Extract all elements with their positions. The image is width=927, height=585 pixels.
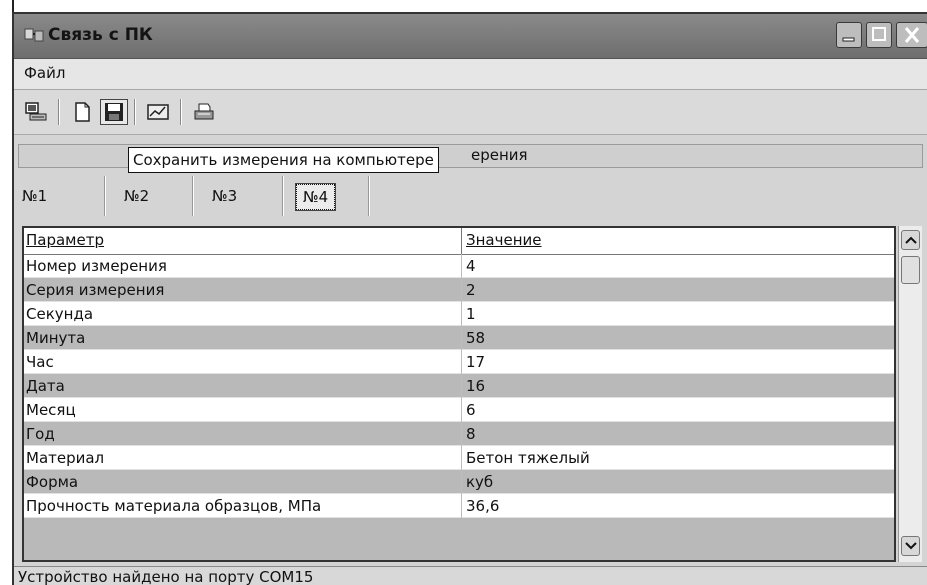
- section-title: ерения: [471, 146, 528, 164]
- close-button[interactable]: [896, 22, 927, 48]
- menu-file[interactable]: Файл: [18, 63, 71, 83]
- cell-value: 6: [466, 401, 476, 419]
- cell-parameter: Прочность материала образцов, МПа: [26, 497, 322, 515]
- column-divider: [461, 422, 462, 446]
- title-bar[interactable]: Связь с ПК: [14, 14, 927, 59]
- column-divider: [461, 326, 462, 350]
- column-header-parameter[interactable]: Параметр: [26, 231, 104, 249]
- column-divider: [461, 254, 462, 278]
- table-row[interactable]: Номер измерения 4: [24, 254, 894, 278]
- column-divider: [461, 494, 462, 518]
- tab-3[interactable]: №3: [212, 176, 237, 216]
- parameters-table: Параметр Значение Номер измерения 4 Сери…: [22, 226, 896, 562]
- column-divider[interactable]: [461, 228, 462, 254]
- table-row[interactable]: Прочность материала образцов, МПа 36,6: [24, 494, 894, 518]
- table-scrollbar[interactable]: [898, 226, 922, 562]
- chart-button[interactable]: [144, 99, 172, 125]
- close-icon: [904, 27, 920, 43]
- column-divider: [461, 374, 462, 398]
- connect-icon: [25, 102, 47, 121]
- cell-value: 1: [466, 305, 476, 323]
- save-tooltip: Сохранить измерения на компьютере: [128, 147, 439, 173]
- chevron-up-icon: [904, 236, 917, 244]
- cell-value: 36,6: [466, 497, 500, 515]
- cell-value: Бетон тяжелый: [466, 449, 590, 467]
- cell-parameter: Час: [26, 353, 54, 371]
- column-divider: [461, 302, 462, 326]
- table-row[interactable]: Месяц 6: [24, 398, 894, 422]
- measurement-tabs: №1 №2 №3 №4: [18, 174, 921, 218]
- tab-separator: [104, 176, 106, 216]
- tab-separator: [368, 176, 370, 216]
- scroll-up-button[interactable]: [901, 230, 920, 250]
- table-row[interactable]: Год 8: [24, 422, 894, 446]
- table-row[interactable]: Час 17: [24, 350, 894, 374]
- table-row[interactable]: Минута 58: [24, 326, 894, 350]
- new-button[interactable]: [68, 99, 96, 125]
- table-row[interactable]: Материал Бетон тяжелый: [24, 446, 894, 470]
- cell-parameter: Дата: [26, 377, 65, 395]
- column-divider: [461, 278, 462, 302]
- cell-value: куб: [466, 473, 494, 491]
- maximize-button[interactable]: [866, 22, 892, 48]
- toolbar-separator: [180, 99, 182, 125]
- column-divider: [461, 350, 462, 374]
- table-row[interactable]: Серия измерения 2: [24, 278, 894, 302]
- cell-parameter: Год: [26, 425, 55, 443]
- toolbar-separator: [134, 99, 136, 125]
- chevron-down-icon: [904, 542, 917, 550]
- column-divider: [461, 398, 462, 422]
- table-row[interactable]: Секунда 1: [24, 302, 894, 326]
- tab-4[interactable]: №4: [294, 183, 337, 211]
- scroll-down-button[interactable]: [901, 536, 920, 556]
- toolbar: [14, 90, 927, 135]
- table-row[interactable]: Дата 16: [24, 374, 894, 398]
- cell-parameter: Секунда: [26, 305, 94, 323]
- cell-parameter: Серия измерения: [26, 281, 165, 299]
- cell-parameter: Минута: [26, 329, 86, 347]
- save-button[interactable]: [100, 99, 128, 125]
- cell-value: 58: [466, 329, 486, 347]
- tab-separator: [282, 176, 284, 216]
- new-document-icon: [75, 102, 90, 122]
- scroll-thumb[interactable]: [901, 256, 920, 284]
- app-icon: [24, 28, 44, 42]
- status-bar: Устройство найдено на порту COM15: [14, 566, 927, 585]
- cell-value: 4: [466, 257, 476, 275]
- connect-button[interactable]: [22, 99, 50, 125]
- cell-parameter: Форма: [26, 473, 79, 491]
- column-divider: [461, 470, 462, 494]
- column-header-value[interactable]: Значение: [466, 231, 542, 249]
- tab-separator: [192, 176, 194, 216]
- cell-value: 8: [466, 425, 476, 443]
- table-row[interactable]: Форма куб: [24, 470, 894, 494]
- tab-2[interactable]: №2: [124, 176, 149, 216]
- tab-1[interactable]: №1: [22, 176, 47, 216]
- table-header: Параметр Значение: [24, 228, 894, 255]
- cell-parameter: Материал: [26, 449, 105, 467]
- minimize-icon: [842, 37, 855, 42]
- print-button[interactable]: [190, 99, 218, 125]
- minimize-button[interactable]: [836, 22, 862, 48]
- maximize-icon: [872, 27, 886, 41]
- print-icon: [194, 103, 214, 120]
- table-row-partial[interactable]: [24, 518, 894, 560]
- status-text: Устройство найдено на порту COM15: [18, 568, 314, 585]
- save-icon: [105, 103, 123, 121]
- cell-parameter: Месяц: [26, 401, 76, 419]
- chart-icon: [147, 104, 169, 120]
- cell-parameter: Номер измерения: [26, 257, 167, 275]
- toolbar-separator: [58, 99, 60, 125]
- menu-bar: Файл: [14, 59, 927, 90]
- column-divider: [461, 446, 462, 470]
- app-window: Связь с ПК Файл ерения Сохранить измерен…: [12, 12, 927, 585]
- cell-value: 16: [466, 377, 486, 395]
- cell-value: 17: [466, 353, 486, 371]
- cell-value: 2: [466, 281, 476, 299]
- window-title: Связь с ПК: [48, 25, 153, 45]
- screen: Связь с ПК Файл ерения Сохранить измерен…: [0, 0, 927, 585]
